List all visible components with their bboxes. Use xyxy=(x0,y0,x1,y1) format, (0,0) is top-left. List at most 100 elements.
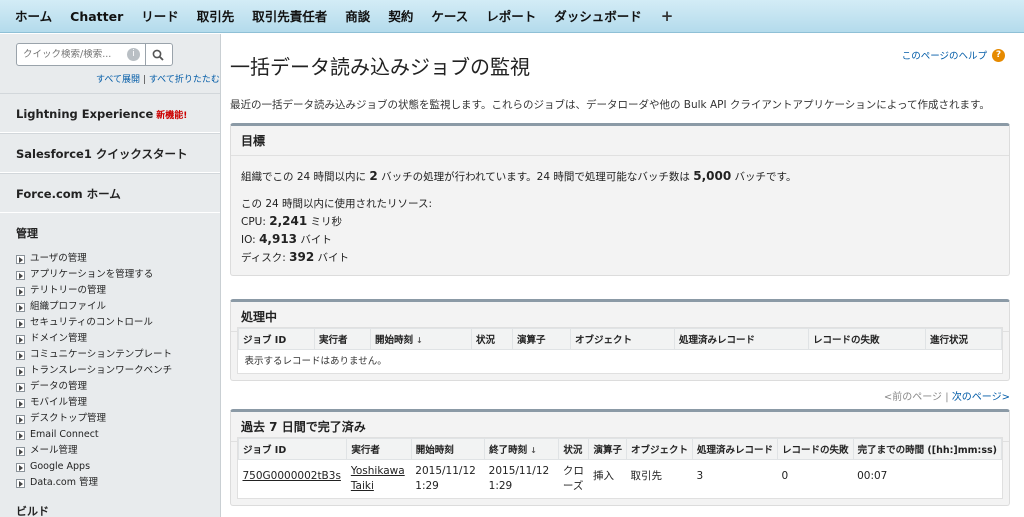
col-end-time[interactable]: 終了時刻 ↓ xyxy=(484,438,560,460)
help-link-label: このページのヘルプ xyxy=(901,51,987,62)
sort-desc-icon: ↓ xyxy=(530,446,537,455)
col-user[interactable]: 実行者 xyxy=(314,328,371,350)
expand-icon[interactable] xyxy=(16,414,25,424)
tab-home[interactable]: ホーム xyxy=(6,0,61,33)
admin-item-territory[interactable]: テリトリーの管理 xyxy=(16,283,220,299)
cell-user: Yoshikawa Taiki xyxy=(346,459,412,498)
col-start-time[interactable]: 開始時刻 xyxy=(410,438,486,460)
expand-icon[interactable] xyxy=(16,366,25,376)
expand-icon[interactable] xyxy=(16,382,25,392)
start-date: 2015/11/12 xyxy=(415,465,476,477)
expand-icon[interactable] xyxy=(16,318,25,328)
expand-icon[interactable] xyxy=(16,478,25,488)
col-status[interactable]: 状況 xyxy=(558,438,590,460)
admin-item-domain[interactable]: ドメイン管理 xyxy=(16,331,220,347)
tab-accounts[interactable]: 取引先 xyxy=(188,0,244,33)
admin-item-desktop[interactable]: デスクトップ管理 xyxy=(16,411,220,427)
admin-item-users[interactable]: ユーザの管理 xyxy=(16,251,220,267)
admin-item-org-profile[interactable]: 組織プロファイル xyxy=(16,299,220,315)
admin-item-google-apps[interactable]: Google Apps xyxy=(16,459,220,475)
admin-item-email[interactable]: メール管理 xyxy=(16,443,220,459)
expand-icon[interactable] xyxy=(16,446,25,456)
empty-message: 表示するレコードはありません。 xyxy=(238,349,1002,373)
job-id-link[interactable]: 750G0000002tB3s xyxy=(243,470,341,482)
tab-dashboards[interactable]: ダッシュボード xyxy=(545,0,651,33)
cell-status: クロ ーズ xyxy=(558,459,589,498)
col-failed[interactable]: レコードの失敗 xyxy=(777,438,854,460)
cell-start-time: 2015/11/12 1:29 xyxy=(411,459,485,498)
admin-item-label: コミュニケーションテンプレート xyxy=(30,349,173,360)
cell-job-id: 750G0000002tB3s xyxy=(238,459,347,498)
search-icon[interactable] xyxy=(145,44,169,65)
col-processed[interactable]: 処理済みレコード xyxy=(692,438,779,460)
user-link[interactable]: Yoshikawa Taiki xyxy=(351,465,405,492)
next-page-link[interactable]: 次のページ> xyxy=(952,392,1010,403)
col-object[interactable]: オブジェクト xyxy=(570,328,675,350)
expand-icon[interactable] xyxy=(16,350,25,360)
col-user[interactable]: 実行者 xyxy=(346,438,412,460)
admin-item-data[interactable]: データの管理 xyxy=(16,379,220,395)
table-header-row: ジョブ ID 実行者 開始時刻 終了時刻 ↓ 状況 演算子 オブジェクト 処理済み… xyxy=(237,438,1003,460)
tab-contacts[interactable]: 取引先責任者 xyxy=(243,0,336,33)
goals-panel: 目標 組織でこの 24 時間以内に 2 バッチの処理が行われています。24 時間… xyxy=(230,123,1010,276)
end-date: 2015/11/12 xyxy=(488,465,550,477)
in-progress-table: ジョブ ID 実行者 開始時刻 ↓ 状況 演算子 オブジェクト 処理済みレコード … xyxy=(237,327,1003,374)
tab-contracts[interactable]: 契約 xyxy=(379,0,422,33)
col-operation[interactable]: 演算子 xyxy=(512,328,571,350)
expand-icon[interactable] xyxy=(16,398,25,408)
expand-icon[interactable] xyxy=(16,286,25,296)
search-wrap: i xyxy=(16,43,173,66)
admin-item-mobile[interactable]: モバイル管理 xyxy=(16,395,220,411)
quick-search: i xyxy=(0,34,220,66)
col-object[interactable]: オブジェクト xyxy=(625,438,694,460)
batch-count: 2 xyxy=(369,169,378,183)
tab-leads[interactable]: リード xyxy=(132,0,188,33)
col-start-time-label: 開始時刻 xyxy=(375,335,414,346)
user-first: Yoshikawa xyxy=(350,465,405,477)
admin-item-email-connect[interactable]: Email Connect xyxy=(16,427,220,443)
col-job-id[interactable]: ジョブ ID xyxy=(238,328,315,350)
sidebar-item-forcecom[interactable]: Force.com ホーム xyxy=(0,173,220,213)
admin-item-security[interactable]: セキュリティのコントロール xyxy=(16,315,220,331)
col-operation[interactable]: 演算子 xyxy=(588,438,627,460)
tab-opportunities[interactable]: 商談 xyxy=(336,0,379,33)
expand-icon[interactable] xyxy=(16,462,25,472)
prev-page: <前のページ xyxy=(883,392,943,403)
help-link[interactable]: このページのヘルプ ? xyxy=(902,48,1005,62)
col-processed[interactable]: 処理済みレコード xyxy=(674,328,809,350)
sidebar-item-lightning[interactable]: Lightning Experience 新機能! xyxy=(0,93,220,133)
cell-object: 取引先 xyxy=(626,459,693,498)
batch-text: バッチです。 xyxy=(731,171,797,183)
expand-all-link[interactable]: すべて展開 xyxy=(96,75,140,85)
col-elapsed[interactable]: 完了までの時間 ([hh:]mm:ss) xyxy=(852,438,1003,460)
sidebar-item-sf1[interactable]: Salesforce1 クイックスタート xyxy=(0,133,220,173)
col-status[interactable]: 状況 xyxy=(471,328,513,350)
admin-item-label: データの管理 xyxy=(30,381,88,392)
status-part: ーズ xyxy=(562,480,584,492)
admin-item-apps[interactable]: アプリケーションを管理する xyxy=(16,267,220,283)
col-failed[interactable]: レコードの失敗 xyxy=(808,328,926,350)
cell-processed: 3 xyxy=(692,459,778,498)
link-separator: | xyxy=(142,75,146,85)
admin-item-translation[interactable]: トランスレーションワークベンチ xyxy=(16,363,220,379)
start-clock: 1:29 xyxy=(415,480,439,492)
disk-label: ディスク: xyxy=(241,252,290,264)
expand-icon[interactable] xyxy=(16,334,25,344)
expand-icon[interactable] xyxy=(16,254,25,264)
tab-cases[interactable]: ケース xyxy=(422,0,477,33)
search-input[interactable] xyxy=(17,49,127,60)
col-progress[interactable]: 進行状況 xyxy=(925,328,1002,350)
clear-icon[interactable]: i xyxy=(127,48,140,61)
expand-icon[interactable] xyxy=(16,270,25,280)
admin-item-datacom[interactable]: Data.com 管理 xyxy=(16,475,220,491)
expand-icon[interactable] xyxy=(16,430,25,440)
admin-item-templates[interactable]: コミュニケーションテンプレート xyxy=(16,347,220,363)
expand-icon[interactable] xyxy=(16,302,25,312)
tab-reports[interactable]: レポート xyxy=(477,0,545,33)
tab-chatter[interactable]: Chatter xyxy=(61,0,132,33)
collapse-all-link[interactable]: すべて折りたたむ xyxy=(149,75,220,85)
col-start-time[interactable]: 開始時刻 ↓ xyxy=(370,328,472,350)
admin-item-label: ユーザの管理 xyxy=(30,253,87,264)
add-tab-button[interactable]: + xyxy=(651,0,684,33)
sidebar: i すべて展開 | すべて折りたたむ Lightning Experience新… xyxy=(0,34,221,517)
